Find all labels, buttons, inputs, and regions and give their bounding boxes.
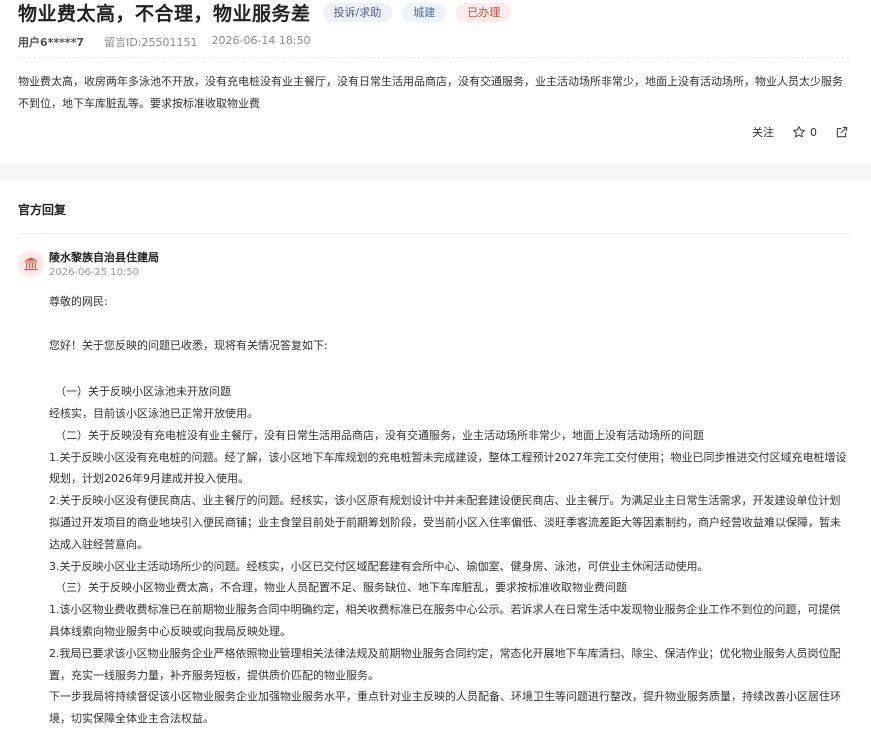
reply-paragraph: 2.关于反映小区没有便民商店、业主餐厅的问题。经核实，该小区原有规划设计中并未配… — [49, 494, 841, 551]
like-count: 0 — [810, 125, 817, 139]
section-title: 官方回复 — [18, 203, 67, 217]
reply-intro: 您好！关于您反映的问题已收悉，现将有关情况答复如下: — [49, 338, 328, 352]
status-badge: 已办理 — [456, 2, 512, 22]
government-building-icon — [18, 251, 44, 277]
post-meta: 用户6*****7 留言ID:25501151 2026-06-14 18:50 — [18, 34, 311, 50]
reply-paragraph: 2.我局已要求该小区物业服务企业严格依照物业管理相关法律法规及前期物业服务合同约… — [49, 646, 841, 682]
divider — [18, 57, 849, 58]
post-time: 2026-06-14 18:50 — [211, 34, 311, 47]
reply-greeting: 尊敬的网民: — [49, 295, 108, 308]
post-content: 物业费太高，收房两年多泳池不开放，没有充电桩没有业主餐厅，没有日常生活用品商店，… — [18, 75, 843, 110]
reply-body: 尊敬的网民: 您好！关于您反映的问题已收悉，现将有关情况答复如下: （一）关于反… — [49, 291, 849, 730]
type-tag: 投诉/求助 — [322, 2, 393, 22]
category-tag: 城建 — [402, 2, 447, 22]
message-id: 留言ID:25501151 — [104, 36, 198, 49]
reply-paragraph: 经核实，目前该小区泳池已正常开放使用。 — [49, 406, 258, 420]
reply-time: 2026-06-25 10:50 — [49, 267, 140, 278]
reply-paragraph: 3.关于反映小区业主活动场所少的问题。经核实，小区已交付区域配套建有会所中心、瑜… — [49, 559, 709, 573]
share-icon — [835, 125, 849, 139]
section-separator — [0, 163, 871, 181]
reply-paragraph: 下一步我局将持续督促该小区物业服务企业加强物业服务水平，重点针对业主反映的人员配… — [49, 690, 841, 726]
follow-button[interactable]: 关注 — [752, 124, 774, 140]
reply-org-name: 陵水黎族自治县住建局 — [49, 251, 159, 264]
reply-heading: （三）关于反映小区物业费太高，不合理，物业人员配置不足、服务缺位、地下车库脏乱，… — [55, 581, 627, 595]
star-outline-icon — [792, 125, 806, 139]
user-name: 用户6*****7 — [18, 36, 85, 49]
reply-paragraph: 1.该小区物业费收费标准已在前期物业服务合同中明确约定，相关收费标准已在服务中心… — [49, 603, 841, 638]
post-card: 物业费太高，不合理，物业服务差 投诉/求助 城建 已办理 用户6*****7 留… — [0, 0, 871, 163]
reply-heading: （二）关于反映没有充电桩没有业主餐厅，没有日常生活用品商店，没有交通服务，业主活… — [55, 428, 704, 442]
section-divider — [18, 233, 849, 234]
reply-heading: （一）关于反映小区泳池未开放问题 — [55, 385, 231, 399]
post-title: 物业费太高，不合理，物业服务差 — [18, 2, 311, 25]
post-actions: 关注 0 — [752, 124, 849, 140]
share-button[interactable] — [835, 125, 849, 139]
title-row: 物业费太高，不合理，物业服务差 投诉/求助 城建 已办理 — [18, 0, 512, 28]
reply-paragraph: 1.关于反映小区没有充电桩的问题。经了解，该小区地下车库规划的充电桩暂未完成建设… — [49, 450, 847, 486]
like-button[interactable]: 0 — [792, 125, 817, 139]
